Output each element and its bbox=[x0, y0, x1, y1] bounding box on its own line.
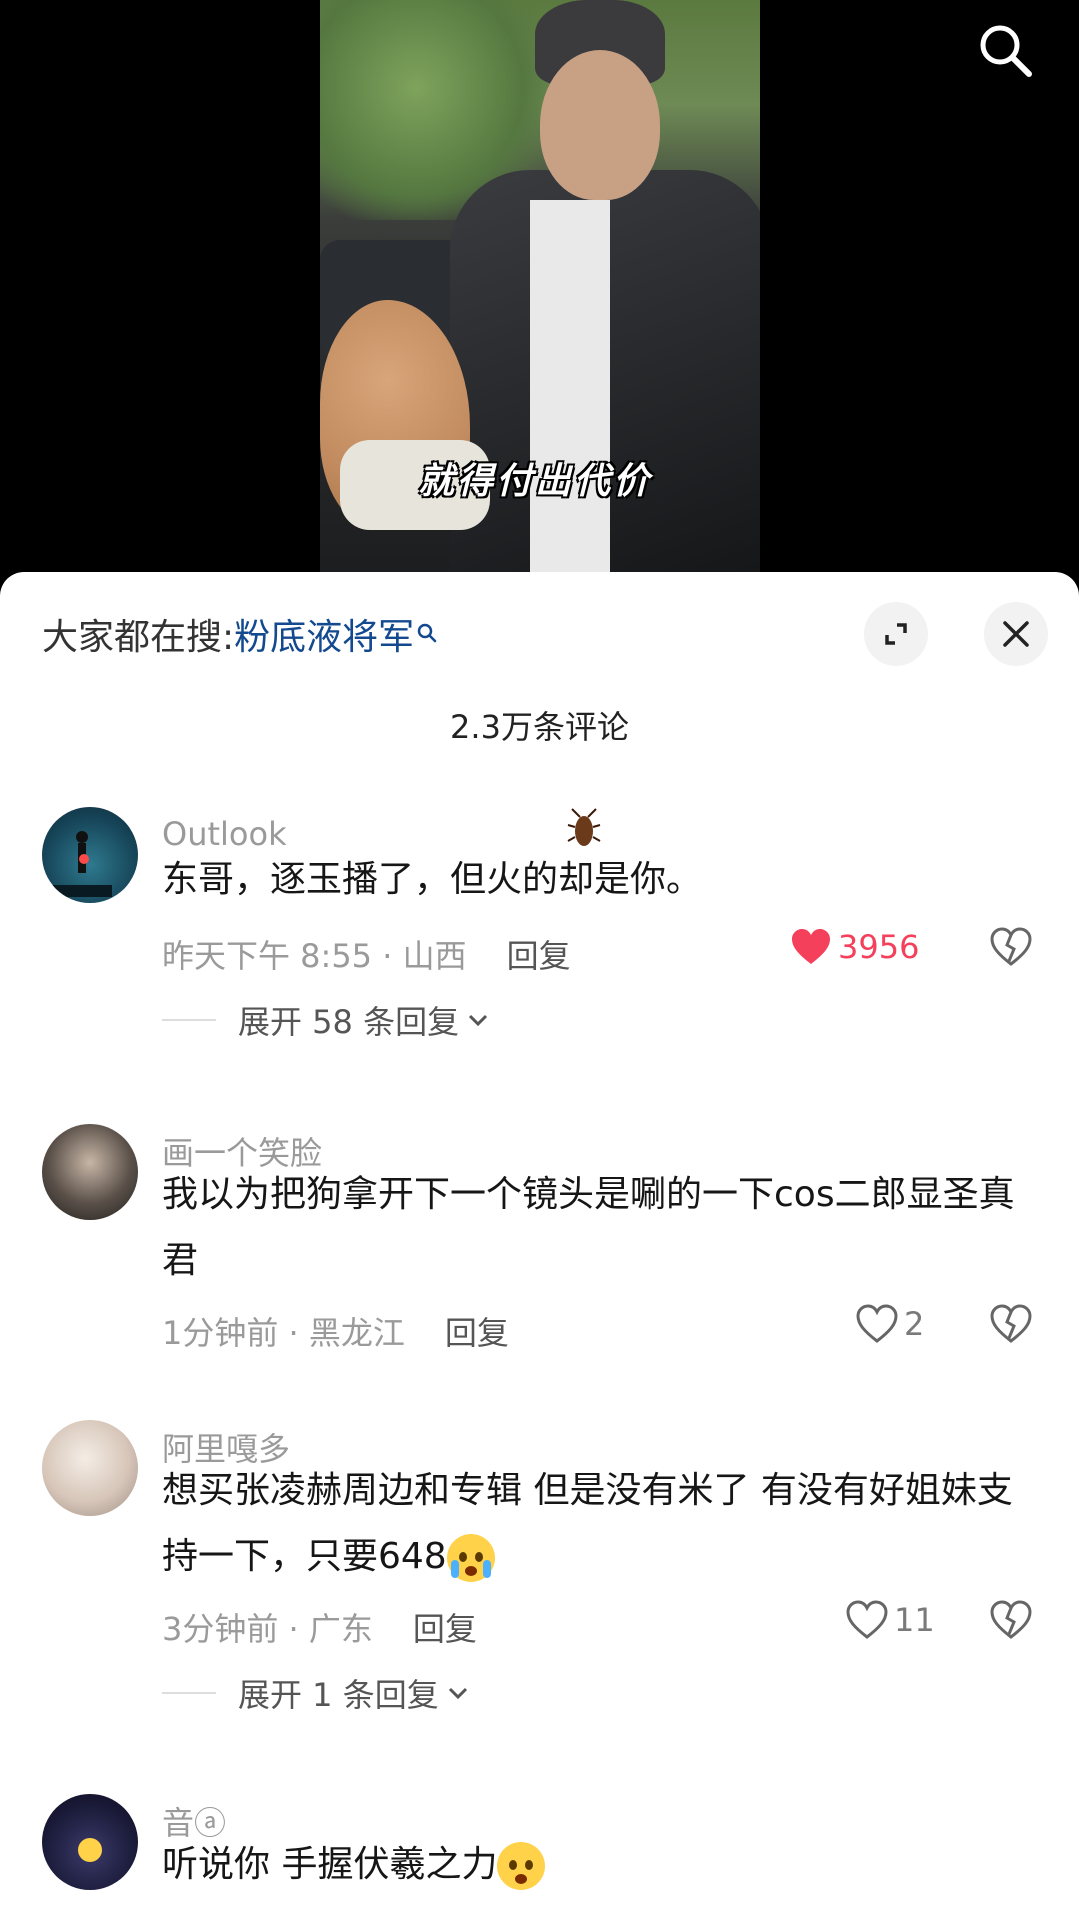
trending-keyword[interactable]: 粉底液将军 bbox=[234, 617, 414, 658]
comment-text: 东哥，逐玉播了，但火的却是你。 bbox=[162, 859, 703, 900]
like-count: 2 bbox=[904, 1305, 925, 1343]
comment-text-content: 听说你 手握伏羲之力 bbox=[162, 1844, 498, 1885]
heart-filled-icon bbox=[792, 929, 830, 964]
shocked-emoji-icon bbox=[497, 1842, 546, 1890]
avatar[interactable] bbox=[42, 1420, 138, 1516]
comment-text: 听说你 手握伏羲之力 bbox=[162, 1832, 1022, 1898]
expand-icon bbox=[885, 623, 907, 645]
dislike-button[interactable] bbox=[990, 1304, 1032, 1348]
divider bbox=[162, 1692, 216, 1694]
like-count: 3956 bbox=[838, 928, 920, 966]
close-button[interactable] bbox=[984, 602, 1048, 666]
avatar[interactable] bbox=[42, 1124, 138, 1220]
comment-sheet: 大家都在搜:粉底液将军 2.3万条评论 Outlook 东哥，逐玉播了，但火的却… bbox=[0, 572, 1079, 1905]
comment-location: 山西 bbox=[402, 937, 467, 975]
heart-outline-icon bbox=[846, 1600, 888, 1639]
comment-meta: 1分钟前 · 黑龙江 回复 bbox=[162, 1314, 509, 1352]
comment-meta: 3分钟前 · 广东 回复 bbox=[162, 1610, 477, 1648]
comment-meta: 昨天下午 8:55 · 山西 回复 bbox=[162, 937, 571, 975]
comment-count: 2.3万条评论 bbox=[450, 708, 629, 746]
reply-button[interactable]: 回复 bbox=[507, 937, 571, 975]
like-count: 11 bbox=[894, 1601, 935, 1639]
video-player[interactable]: 就得付出代价 bbox=[0, 0, 1079, 580]
video-subtitle: 就得付出代价 bbox=[418, 460, 653, 502]
expand-replies[interactable]: 展开 1 条回复 bbox=[162, 1670, 471, 1716]
expand-replies-label: 展开 1 条回复 bbox=[238, 1676, 439, 1714]
avatar[interactable] bbox=[42, 807, 138, 903]
like-button[interactable]: 3956 bbox=[790, 927, 919, 967]
expand-replies-label: 展开 58 条回复 bbox=[238, 1003, 460, 1041]
comment-location: 黑龙江 bbox=[308, 1314, 405, 1352]
comment-location: 广东 bbox=[308, 1610, 373, 1648]
like-button[interactable]: 11 bbox=[846, 1600, 935, 1640]
broken-heart-icon bbox=[990, 1600, 1032, 1639]
heart-outline-icon bbox=[856, 1304, 898, 1343]
search-small-icon bbox=[416, 612, 438, 653]
reply-button[interactable]: 回复 bbox=[413, 1610, 477, 1648]
comment-text: 我以为把狗拿开下一个镜头是唰的一下cos二郎显圣真君 bbox=[162, 1174, 1015, 1281]
comment-time: 3分钟前 bbox=[162, 1610, 279, 1648]
comment-text-content: 想买张凌赫周边和专辑 但是没有米了 有没有好姐妹支持一下，只要648 bbox=[162, 1470, 1013, 1577]
comment-text: 想买张凌赫周边和专辑 但是没有米了 有没有好姐妹支持一下，只要648 bbox=[162, 1458, 1022, 1590]
divider bbox=[162, 1019, 216, 1021]
broken-heart-icon bbox=[990, 927, 1032, 966]
close-icon bbox=[1003, 621, 1029, 647]
fullscreen-button[interactable] bbox=[864, 602, 928, 666]
trending-prefix: 大家都在搜: bbox=[42, 617, 235, 658]
comment-time: 昨天下午 8:55 bbox=[162, 937, 373, 975]
chevron-down-icon bbox=[448, 1687, 467, 1700]
crying-emoji-icon bbox=[446, 1534, 495, 1582]
comment-time: 1分钟前 bbox=[162, 1314, 279, 1352]
broken-heart-icon bbox=[990, 1304, 1032, 1343]
trending-search[interactable]: 大家都在搜:粉底液将军 bbox=[42, 608, 438, 660]
reply-button[interactable]: 回复 bbox=[445, 1314, 509, 1352]
chevron-down-icon bbox=[469, 1014, 488, 1027]
search-icon[interactable] bbox=[975, 20, 1035, 80]
expand-replies[interactable]: 展开 58 条回复 bbox=[162, 997, 491, 1043]
dislike-button[interactable] bbox=[990, 1600, 1032, 1644]
like-button[interactable]: 2 bbox=[856, 1304, 924, 1344]
dislike-button[interactable] bbox=[990, 927, 1032, 971]
avatar[interactable] bbox=[42, 1794, 138, 1890]
